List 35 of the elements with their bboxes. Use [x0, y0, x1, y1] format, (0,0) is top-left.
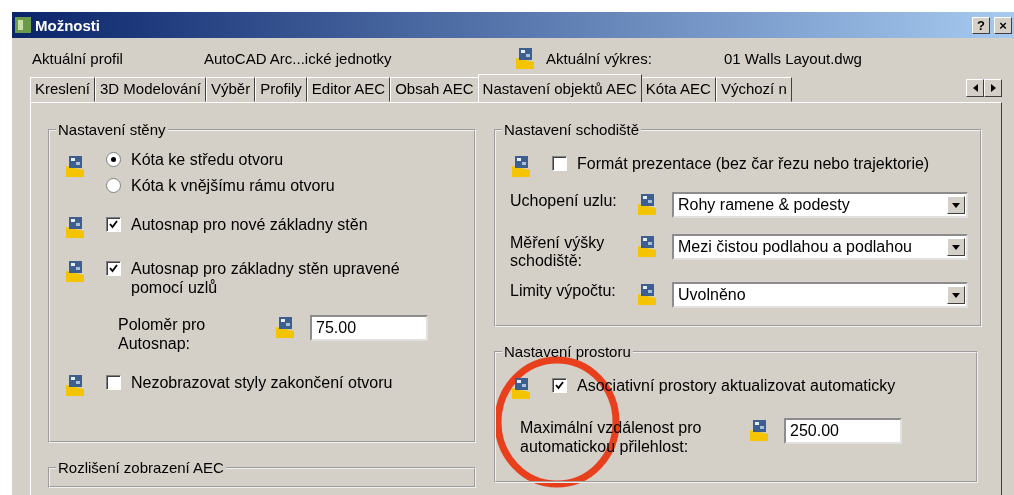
dropdown[interactable]: Rohy ramene & podesty — [672, 192, 968, 218]
tab[interactable]: Editor AEC — [306, 77, 391, 102]
tab[interactable]: Kóta AEC — [640, 77, 716, 102]
group-title: Nastavení prostoru — [503, 343, 632, 360]
drawing-label: Aktuální výkres: — [546, 49, 653, 67]
input-field[interactable]: 250.00 — [784, 418, 902, 444]
checkbox-label: Nezobrazovat styly zakončení otvoru — [131, 373, 393, 392]
group-title: Rozlišení zobrazení AEC — [57, 459, 225, 476]
field-label: Poloměr pro Autosnap: — [118, 315, 207, 353]
dropdown[interactable]: Uvolněno — [672, 282, 968, 308]
checkbox-label: Autosnap pro nové základny stěn — [131, 215, 368, 234]
help-button[interactable]: ? — [972, 16, 990, 34]
tab[interactable]: Obsah AEC — [390, 77, 479, 102]
close-button[interactable]: × — [994, 16, 1012, 34]
tab[interactable]: Profily — [255, 77, 307, 102]
profile-value: AutoCAD Arc...ické jednotky — [204, 49, 393, 67]
dropdown[interactable]: Mezi čistou podlahou a podlahou — [672, 234, 968, 260]
checkbox-label: Autosnap pro základny stěn upravené pomocí uzlů — [131, 259, 401, 297]
radio-label: Kóta k vnějšímu rámu otvoru — [131, 176, 335, 195]
tab[interactable]: 3D Modelování — [95, 77, 206, 102]
field-label: Uchopení uzlu: — [510, 192, 618, 210]
tab[interactable]: Kreslení — [30, 77, 96, 102]
profile-label: Aktuální profil — [32, 49, 124, 67]
group-title: Nastavení schodiště — [503, 121, 641, 138]
radio-label: Kóta ke středu otvoru — [131, 150, 284, 169]
tab[interactable]: Výchozí n — [715, 77, 792, 102]
group-title: Nastavení stěny — [57, 121, 167, 138]
drawing-value: 01 Walls Layout.dwg — [724, 49, 862, 67]
window-title: Možnosti — [35, 16, 101, 34]
tab[interactable]: Nastavení objektů AEC — [477, 74, 642, 103]
checkbox-label: Formát prezentace (bez čar řezu nebo trajektorie) — [577, 154, 930, 173]
input-field[interactable]: 75.00 — [310, 315, 428, 341]
field-label: Měření výšky schodiště: — [510, 234, 606, 270]
field-label: Limity výpočtu: — [510, 282, 617, 300]
tab[interactable]: Výběr — [205, 77, 256, 102]
